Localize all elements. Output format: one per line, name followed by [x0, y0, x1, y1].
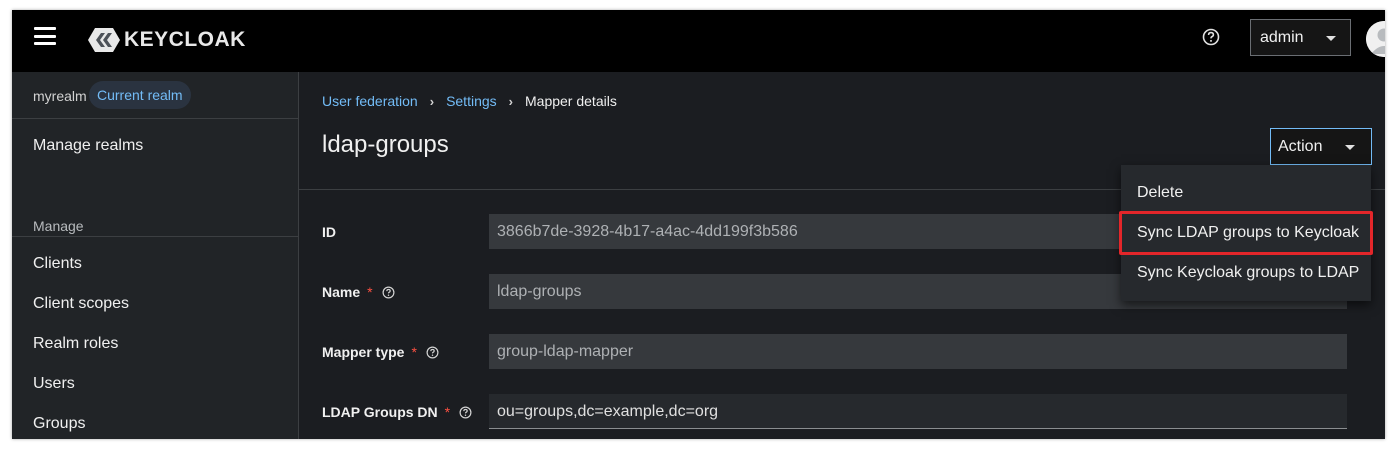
hamburger-menu-icon[interactable] — [34, 27, 56, 45]
caret-down-icon — [1345, 145, 1355, 150]
ldap-groups-dn-input[interactable]: ou=groups,dc=example,dc=org — [489, 394, 1347, 429]
sidebar: myrealm Current realm Manage realms Mana… — [12, 72, 299, 439]
action-dropdown-button[interactable]: Action — [1270, 128, 1372, 165]
name-label: Name * — [322, 284, 395, 300]
help-icon[interactable] — [382, 286, 395, 299]
chevron-right-icon: › — [429, 93, 435, 109]
help-icon[interactable] — [426, 346, 439, 359]
ldap-groups-dn-label: LDAP Groups DN * — [322, 404, 472, 420]
highlight-box — [1119, 211, 1373, 255]
sidebar-section-manage: Manage — [33, 218, 84, 234]
breadcrumb-current: Mapper details — [525, 93, 617, 109]
sidebar-item-users[interactable]: Users — [33, 375, 75, 393]
sidebar-item-manage-realms[interactable]: Manage realms — [33, 137, 143, 155]
required-marker: * — [444, 404, 451, 420]
sidebar-item-groups[interactable]: Groups — [33, 415, 85, 433]
help-icon[interactable] — [459, 406, 472, 419]
brand-name: KEYCLOAK — [124, 28, 246, 51]
chevron-right-icon: › — [508, 93, 513, 109]
ldap-groups-dn-label-text: LDAP Groups DN — [322, 404, 438, 420]
sidebar-item-clients[interactable]: Clients — [33, 255, 82, 273]
keycloak-logo[interactable]: KEYCLOAK — [86, 24, 246, 56]
id-label-text: ID — [322, 224, 336, 240]
realm-selector[interactable]: myrealm Current realm — [12, 72, 298, 119]
user-menu-label: admin — [1260, 28, 1304, 46]
action-label: Action — [1278, 137, 1323, 155]
name-label-text: Name — [322, 284, 361, 300]
caret-down-icon — [1326, 36, 1336, 41]
sidebar-item-realm-roles[interactable]: Realm roles — [33, 335, 118, 353]
page-title: ldap-groups — [322, 131, 449, 158]
sidebar-item-client-scopes[interactable]: Client scopes — [33, 295, 129, 313]
realm-name: myrealm — [33, 88, 87, 104]
app-window: KEYCLOAK admin myrealm Current realm Man… — [12, 10, 1385, 439]
sidebar-divider — [12, 236, 298, 237]
menu-item-sync-keycloak-to-ldap[interactable]: Sync Keycloak groups to LDAP — [1137, 264, 1359, 282]
user-menu-dropdown[interactable]: admin — [1250, 19, 1351, 56]
required-marker: * — [411, 344, 417, 360]
avatar[interactable] — [1366, 21, 1385, 57]
breadcrumb-settings[interactable]: Settings — [446, 93, 497, 109]
mapper-type-label: Mapper type * — [322, 344, 439, 360]
required-marker: * — [367, 284, 373, 300]
masthead: KEYCLOAK admin — [12, 10, 1385, 72]
menu-item-delete[interactable]: Delete — [1137, 184, 1183, 202]
current-realm-badge: Current realm — [89, 81, 191, 109]
breadcrumb: User federation › Settings › Mapper deta… — [322, 93, 617, 109]
help-icon[interactable] — [1202, 28, 1220, 46]
breadcrumb-user-federation[interactable]: User federation — [322, 93, 418, 109]
id-label: ID — [322, 224, 336, 240]
mapper-type-field[interactable]: group-ldap-mapper — [489, 334, 1347, 369]
mapper-type-label-text: Mapper type — [322, 344, 405, 360]
keycloak-logo-icon — [88, 28, 120, 52]
